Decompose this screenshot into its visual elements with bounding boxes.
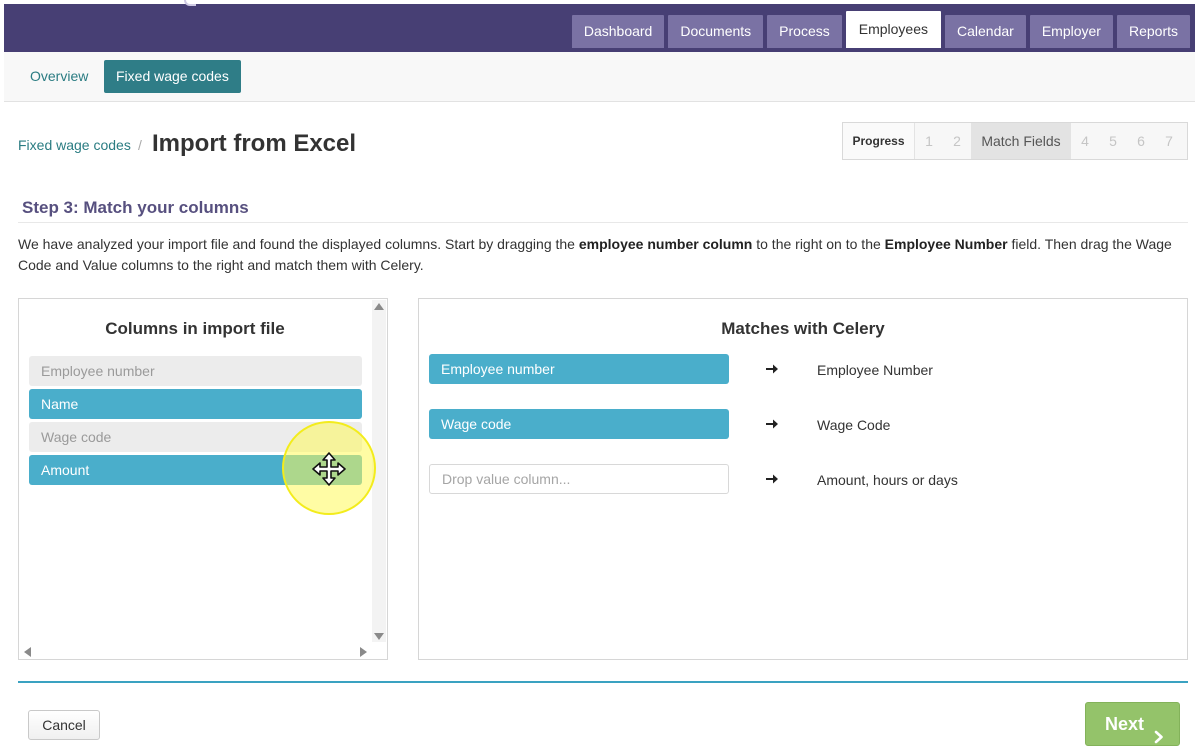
instructions-part: to the right on to the	[752, 236, 885, 252]
match-slot-value-dropzone[interactable]: Drop value column...	[429, 464, 729, 494]
instructions-emphasis: employee number column	[578, 236, 753, 252]
progress-indicator: Progress 1 2 Match Fields 4 5 6 7	[842, 122, 1188, 160]
main-tabs: Dashboard Documents Process Employees Ca…	[571, 11, 1190, 48]
progress-step-6: 6	[1137, 133, 1145, 149]
progress-step-1: 1	[925, 133, 933, 149]
import-column-name[interactable]: Name	[29, 389, 362, 419]
subnav-overview[interactable]: Overview	[18, 60, 100, 93]
tab-employer[interactable]: Employer	[1029, 15, 1113, 48]
subnav-fixed-wage-codes[interactable]: Fixed wage codes	[104, 60, 241, 93]
progress-step-7: 7	[1165, 133, 1173, 149]
instructions-text: We have analyzed your import file and fo…	[18, 234, 1188, 275]
cancel-button[interactable]: Cancel	[28, 710, 100, 740]
step-heading: Step 3: Match your columns	[22, 198, 249, 217]
top-navbar: Dashboard Documents Process Employees Ca…	[4, 0, 1195, 52]
app-frame: Dashboard Documents Process Employees Ca…	[4, 0, 1195, 754]
sub-navbar: Overview Fixed wage codes	[4, 52, 1195, 102]
progress-step-4: 4	[1081, 133, 1089, 149]
match-target-employee-number: Employee Number	[817, 362, 933, 378]
progress-label: Progress	[843, 123, 915, 159]
page-title: Import from Excel	[152, 130, 357, 157]
tab-employees[interactable]: Employees	[845, 11, 941, 48]
breadcrumb-fixed-wage-codes[interactable]: Fixed wage codes	[18, 137, 131, 153]
step-divider	[18, 222, 1188, 223]
import-columns-panel: Columns in import file Employee number N…	[18, 298, 388, 660]
tab-dashboard[interactable]: Dashboard	[571, 15, 665, 48]
progress-step-5: 5	[1109, 133, 1117, 149]
import-column-wage-code: Wage code	[29, 422, 362, 452]
import-column-employee-number: Employee number	[29, 356, 362, 386]
match-slot-employee-number[interactable]: Employee number	[429, 354, 729, 384]
progress-step-2: 2	[953, 133, 961, 149]
scroll-down-icon[interactable]	[374, 633, 384, 640]
next-button[interactable]: Next	[1085, 702, 1180, 746]
next-button-label: Next	[1105, 714, 1145, 734]
import-columns-title: Columns in import file	[105, 319, 285, 338]
matches-title: Matches with Celery	[721, 319, 885, 338]
scroll-up-icon[interactable]	[374, 303, 384, 310]
vertical-scrollbar[interactable]	[372, 300, 386, 642]
arrow-right-icon	[765, 362, 779, 376]
tab-reports[interactable]: Reports	[1116, 15, 1190, 48]
footer-divider	[18, 681, 1188, 683]
scroll-left-icon[interactable]	[24, 647, 31, 657]
tab-documents[interactable]: Documents	[668, 15, 764, 48]
tab-calendar[interactable]: Calendar	[945, 15, 1026, 48]
tab-process[interactable]: Process	[767, 15, 842, 48]
progress-step-current: Match Fields	[971, 123, 1071, 159]
logo	[184, 0, 196, 6]
import-column-amount[interactable]: Amount	[29, 455, 362, 485]
arrow-right-icon	[765, 472, 779, 486]
instructions-emphasis: Employee Number	[884, 236, 1008, 252]
scroll-right-icon[interactable]	[360, 647, 367, 657]
matches-panel: Matches with Celery Employee number Empl…	[418, 298, 1188, 660]
breadcrumb-separator: /	[138, 137, 142, 153]
match-target-amount: Amount, hours or days	[817, 472, 958, 488]
chevron-right-icon	[1152, 717, 1166, 744]
match-slot-wage-code[interactable]: Wage code	[429, 409, 729, 439]
arrow-right-icon	[765, 417, 779, 431]
instructions-part: We have analyzed your import file and fo…	[18, 236, 579, 252]
match-target-wage-code: Wage Code	[817, 417, 891, 433]
